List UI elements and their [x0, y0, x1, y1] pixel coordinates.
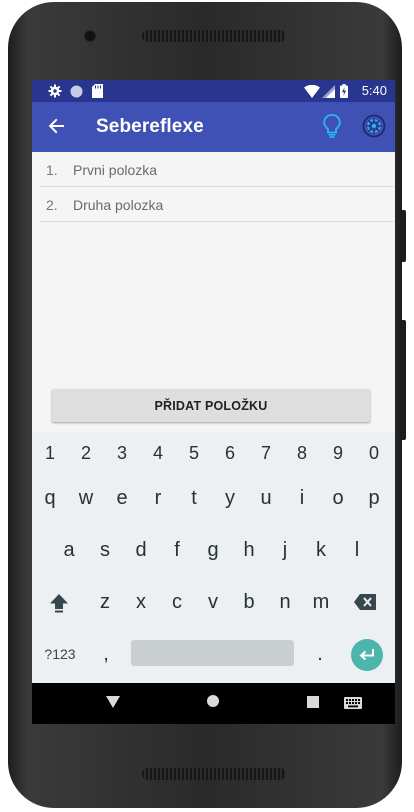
- key-3[interactable]: 3: [106, 433, 138, 473]
- nav-bar: [32, 683, 395, 724]
- phone-frame: 5:40 Sebereflexe 1. Prvni polozka 2. Dru: [8, 2, 406, 808]
- key-5[interactable]: 5: [178, 433, 210, 473]
- list-item-number: 2.: [46, 197, 58, 213]
- key-g[interactable]: g: [197, 530, 229, 570]
- top-speaker: [142, 30, 286, 42]
- screen: 5:40 Sebereflexe 1. Prvni polozka 2. Dru: [32, 80, 395, 724]
- key-v[interactable]: v: [197, 582, 229, 622]
- gear-icon: [48, 83, 62, 99]
- keyboard-row-3: z x c v b n m: [32, 582, 395, 622]
- battery-icon: [340, 83, 348, 99]
- key-o[interactable]: o: [322, 478, 354, 518]
- shift-icon[interactable]: [42, 582, 76, 622]
- list-item-text: Prvni polozka: [73, 162, 158, 178]
- key-s[interactable]: s: [89, 530, 121, 570]
- item-list: 1. Prvni polozka 2. Druha polozka: [32, 152, 395, 222]
- key-h[interactable]: h: [233, 530, 265, 570]
- recents-square-icon[interactable]: [307, 695, 319, 713]
- key-t[interactable]: t: [178, 478, 210, 518]
- list-item-number: 1.: [46, 162, 58, 178]
- key-z[interactable]: z: [89, 582, 121, 622]
- key-c[interactable]: c: [161, 582, 193, 622]
- key-r[interactable]: r: [142, 478, 174, 518]
- key-j[interactable]: j: [269, 530, 301, 570]
- home-circle-icon[interactable]: [206, 694, 220, 713]
- key-q[interactable]: q: [34, 478, 66, 518]
- power-button: [400, 320, 406, 440]
- key-y[interactable]: y: [214, 478, 246, 518]
- reflex-icon[interactable]: [362, 114, 386, 138]
- keyboard-number-row: 1 2 3 4 5 6 7 8 9 0: [32, 433, 395, 473]
- key-m[interactable]: m: [305, 582, 337, 622]
- key-u[interactable]: u: [250, 478, 282, 518]
- volume-button: [400, 210, 406, 262]
- sd-card-icon: [92, 83, 103, 99]
- key-8[interactable]: 8: [286, 433, 318, 473]
- key-1[interactable]: 1: [34, 433, 66, 473]
- key-6[interactable]: 6: [214, 433, 246, 473]
- cell-signal-icon: [322, 83, 335, 99]
- page-title: Sebereflexe: [96, 116, 204, 137]
- key-e[interactable]: e: [106, 478, 138, 518]
- key-d[interactable]: d: [125, 530, 157, 570]
- enter-icon[interactable]: [351, 639, 383, 671]
- lightbulb-icon[interactable]: [322, 113, 342, 139]
- circle-icon: [70, 83, 83, 99]
- app-bar: Sebereflexe: [32, 102, 395, 152]
- space-bar[interactable]: [131, 640, 294, 666]
- status-time: 5:40: [361, 83, 387, 98]
- key-2[interactable]: 2: [70, 433, 102, 473]
- front-camera: [84, 30, 96, 42]
- keyboard-row-2: a s d f g h j k l: [32, 530, 395, 570]
- keyboard-switch-icon[interactable]: [344, 696, 362, 714]
- key-p[interactable]: p: [358, 478, 390, 518]
- key-i[interactable]: i: [286, 478, 318, 518]
- key-0[interactable]: 0: [358, 433, 390, 473]
- back-arrow-icon[interactable]: [46, 115, 68, 137]
- list-item[interactable]: 2. Druha polozka: [39, 187, 394, 222]
- back-triangle-icon[interactable]: [106, 695, 120, 713]
- key-f[interactable]: f: [161, 530, 193, 570]
- wifi-icon: [304, 83, 320, 99]
- symbols-key[interactable]: ?123: [36, 634, 84, 674]
- key-a[interactable]: a: [53, 530, 85, 570]
- key-k[interactable]: k: [305, 530, 337, 570]
- status-bar: 5:40: [32, 80, 395, 102]
- key-4[interactable]: 4: [142, 433, 174, 473]
- list-item-text: Druha polozka: [73, 197, 164, 213]
- list-item[interactable]: 1. Prvni polozka: [39, 152, 394, 187]
- key-n[interactable]: n: [269, 582, 301, 622]
- key-b[interactable]: b: [233, 582, 265, 622]
- add-item-button[interactable]: PŘIDAT POLOŽKU: [52, 389, 370, 422]
- key-9[interactable]: 9: [322, 433, 354, 473]
- key-l[interactable]: l: [341, 530, 373, 570]
- comma-key[interactable]: ,: [90, 634, 122, 674]
- key-w[interactable]: w: [70, 478, 102, 518]
- period-key[interactable]: .: [304, 634, 336, 674]
- backspace-icon[interactable]: [348, 582, 382, 622]
- key-x[interactable]: x: [125, 582, 157, 622]
- bottom-speaker: [142, 768, 286, 780]
- keyboard-row-1: q w e r t y u i o p: [32, 478, 395, 518]
- key-7[interactable]: 7: [250, 433, 282, 473]
